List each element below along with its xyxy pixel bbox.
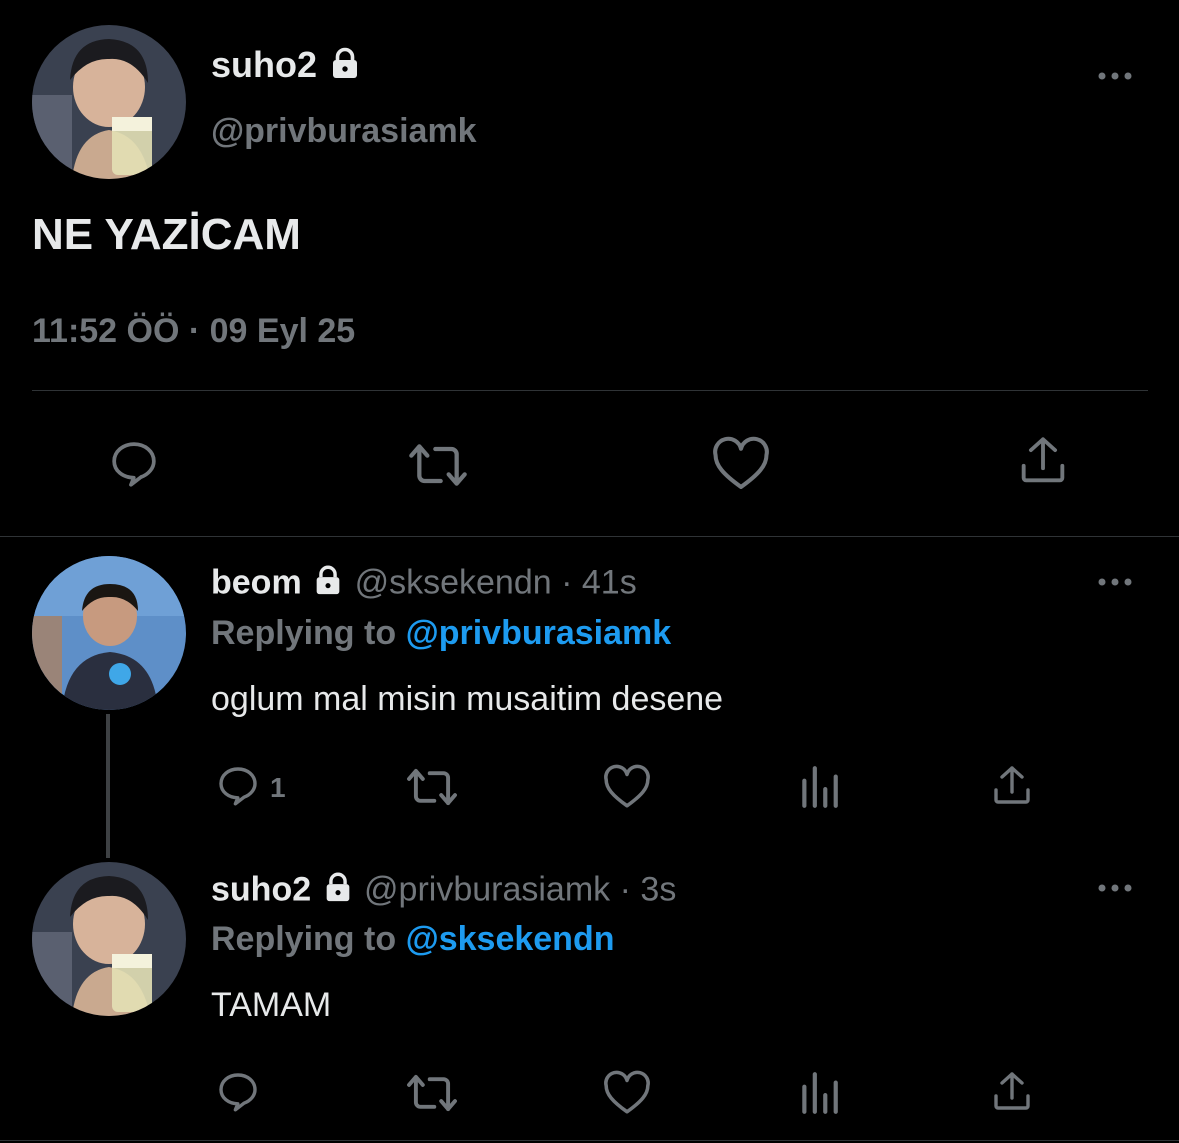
retweet-icon[interactable] bbox=[404, 1070, 460, 1121]
analytics-icon[interactable] bbox=[798, 764, 840, 815]
avatar[interactable] bbox=[32, 556, 186, 710]
tweet-text: NE YAZİCAM bbox=[32, 210, 301, 259]
reply-icon[interactable] bbox=[213, 1068, 263, 1121]
separator: · bbox=[561, 563, 573, 602]
share-icon[interactable] bbox=[1014, 432, 1072, 495]
like-icon[interactable] bbox=[602, 764, 652, 815]
display-name[interactable]: beom bbox=[211, 563, 302, 601]
tweet-text: TAMAM bbox=[211, 986, 332, 1024]
display-name[interactable]: suho2 bbox=[211, 870, 311, 908]
retweet-icon[interactable] bbox=[404, 764, 460, 815]
time[interactable]: 3s bbox=[640, 870, 676, 908]
handle[interactable]: @privburasiamk bbox=[211, 112, 477, 151]
separator: · bbox=[619, 870, 631, 909]
divider bbox=[32, 390, 1148, 391]
lock-icon bbox=[311, 563, 345, 606]
share-icon[interactable] bbox=[988, 1068, 1036, 1121]
avatar[interactable] bbox=[32, 862, 186, 1016]
timestamp[interactable]: 11:52 ÖÖ · 09 Eyl 25 bbox=[32, 312, 355, 351]
replying-to-link[interactable]: @sksekendn bbox=[406, 920, 615, 958]
time[interactable]: 41s bbox=[582, 563, 637, 601]
replying-prefix: Replying to bbox=[211, 614, 397, 652]
avatar[interactable] bbox=[32, 25, 186, 179]
like-icon[interactable] bbox=[710, 436, 772, 497]
replying-to-link[interactable]: @privburasiamk bbox=[406, 614, 672, 652]
share-icon[interactable] bbox=[988, 762, 1036, 815]
handle[interactable]: @privburasiamk bbox=[364, 870, 610, 908]
thread-line bbox=[106, 714, 110, 858]
lock-icon bbox=[327, 45, 363, 90]
more-icon[interactable] bbox=[1096, 878, 1136, 898]
reply-icon[interactable] bbox=[104, 436, 164, 497]
reply-icon[interactable] bbox=[213, 762, 263, 815]
replying-prefix: Replying to bbox=[211, 920, 397, 958]
more-icon[interactable] bbox=[1096, 572, 1136, 592]
retweet-icon[interactable] bbox=[406, 438, 470, 497]
bottom-divider bbox=[0, 1140, 1179, 1141]
section-divider bbox=[0, 536, 1179, 537]
handle[interactable]: @sksekendn bbox=[355, 563, 552, 601]
lock-icon bbox=[321, 870, 355, 913]
analytics-icon[interactable] bbox=[798, 1070, 840, 1121]
display-name[interactable]: suho2 bbox=[211, 44, 317, 85]
more-icon[interactable] bbox=[1096, 66, 1136, 86]
like-icon[interactable] bbox=[602, 1070, 652, 1121]
reply-count: 1 bbox=[270, 772, 286, 803]
tweet-text: oglum mal misin musaitim desene bbox=[211, 680, 724, 718]
